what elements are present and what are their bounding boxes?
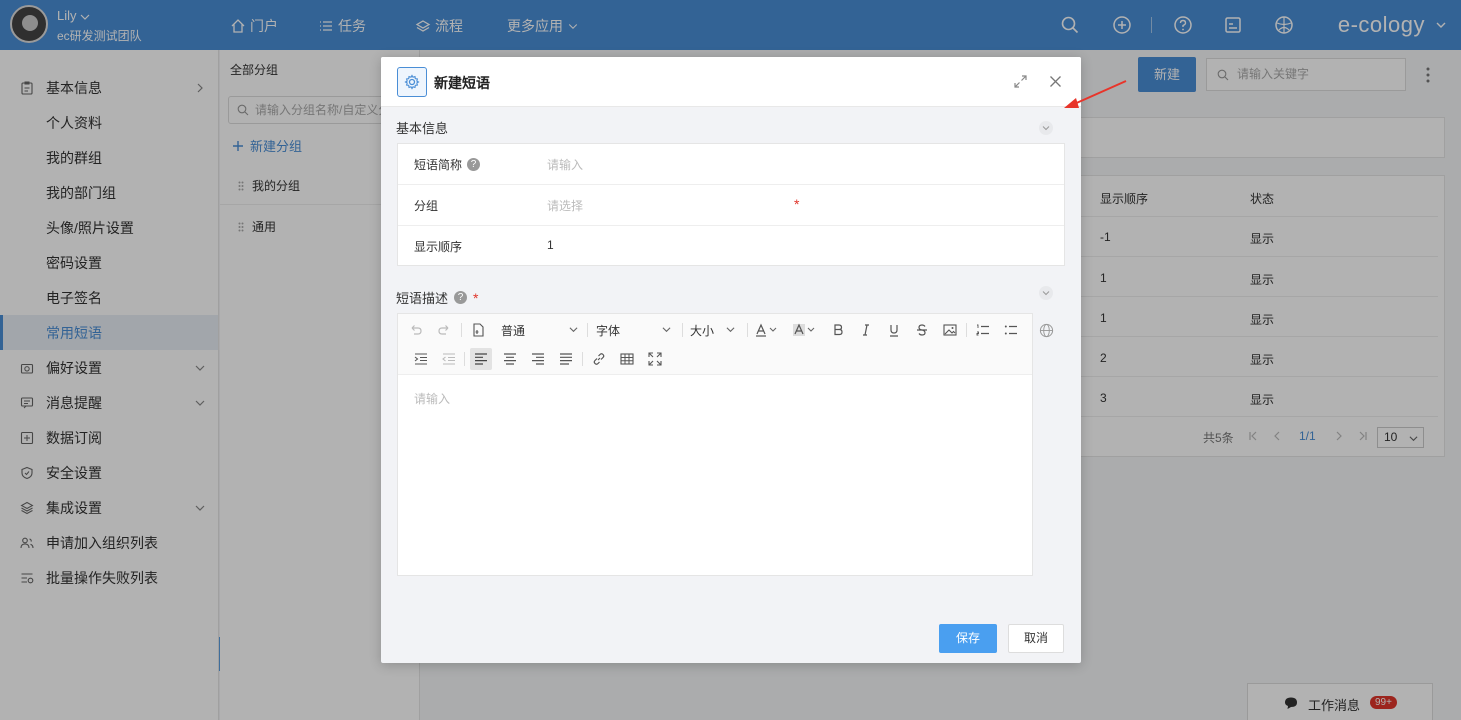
display-order-input[interactable]: 1 <box>547 238 554 252</box>
section-title-description: 短语描述 ? * <box>396 288 478 307</box>
fullscreen-icon[interactable] <box>647 351 663 367</box>
table-icon[interactable] <box>619 351 635 367</box>
form-row-display-order: 显示顺序 1 <box>398 226 1064 267</box>
editor-toolbar: 普通 字体 大小 <box>398 314 1032 375</box>
basic-info-form: 短语简称 ? 请输入 分组 请选择 * 显示顺序 1 <box>397 143 1065 266</box>
section-title-basic-label: 基本信息 <box>396 121 449 136</box>
required-mark: * <box>794 196 800 212</box>
font-family-value: 字体 <box>596 324 621 338</box>
indent-icon[interactable] <box>413 351 429 367</box>
ordered-list-icon[interactable] <box>975 322 991 338</box>
help-icon[interactable]: ? <box>454 291 468 304</box>
cancel-button[interactable]: 取消 <box>1008 624 1064 653</box>
toolbar-separator <box>682 323 683 337</box>
paragraph-format-select[interactable]: 普通 <box>501 322 578 339</box>
paragraph-format-value: 普通 <box>501 324 526 338</box>
strikethrough-icon[interactable] <box>914 322 930 338</box>
outdent-icon[interactable] <box>441 351 457 367</box>
editor-content-placeholder[interactable]: 请输入 <box>414 390 450 407</box>
display-order-label-text: 显示顺序 <box>414 240 463 254</box>
gear-icon <box>404 74 420 90</box>
chevron-down-icon <box>569 327 578 333</box>
short-name-label-text: 短语简称 <box>414 158 463 172</box>
font-size-select[interactable]: 大小 <box>690 322 740 339</box>
group-label: 分组 <box>414 197 438 214</box>
font-size-value: 大小 <box>690 324 715 338</box>
undo-icon[interactable] <box>408 322 424 338</box>
help-icon[interactable]: ? <box>467 158 481 171</box>
underline-icon[interactable] <box>886 322 902 338</box>
form-row-group: 分组 请选择 * <box>398 185 1064 226</box>
save-button[interactable]: 保存 <box>939 624 997 653</box>
group-select[interactable]: 请选择 <box>547 197 583 214</box>
new-phrase-dialog: 新建短语 基本信息 短语简称 ? 请输入 分组 请选择 * 显示顺序 1 短语描… <box>381 57 1081 663</box>
rich-text-editor: 普通 字体 大小 请输入 <box>397 313 1033 576</box>
section-title-description-label: 短语描述 <box>396 291 449 306</box>
required-mark: * <box>473 289 479 306</box>
bullet-list-icon[interactable] <box>1003 322 1019 338</box>
expand-icon[interactable] <box>1014 75 1027 88</box>
globe-icon[interactable] <box>1039 323 1054 338</box>
background-color-icon[interactable] <box>792 322 818 338</box>
font-color-icon[interactable] <box>754 322 780 338</box>
basic-section-toggle[interactable] <box>1039 121 1053 135</box>
description-section-toggle[interactable] <box>1039 286 1053 300</box>
toolbar-separator <box>587 323 588 337</box>
chevron-down-icon <box>1042 126 1050 131</box>
annotation-arrow-icon <box>1064 80 1127 108</box>
toolbar-separator <box>461 323 462 337</box>
link-icon[interactable] <box>591 351 607 367</box>
align-left-icon[interactable] <box>473 351 489 367</box>
short-name-input[interactable]: 请输入 <box>547 156 583 173</box>
chevron-down-icon <box>726 327 735 333</box>
group-label-text: 分组 <box>414 199 439 213</box>
dialog-icon <box>397 67 427 97</box>
italic-icon[interactable] <box>858 322 874 338</box>
display-order-label: 显示顺序 <box>414 238 462 255</box>
section-title-basic: 基本信息 <box>396 118 448 137</box>
toolbar-separator <box>966 323 967 337</box>
redo-icon[interactable] <box>436 322 452 338</box>
document-icon[interactable] <box>470 322 486 338</box>
dialog-header: 新建短语 <box>381 57 1081 107</box>
chevron-down-icon <box>662 327 671 333</box>
form-row-short-name: 短语简称 ? 请输入 <box>398 144 1064 185</box>
bold-icon[interactable] <box>830 322 846 338</box>
align-right-icon[interactable] <box>530 351 546 367</box>
short-name-label: 短语简称 ? <box>414 156 481 173</box>
dialog-title: 新建短语 <box>434 75 490 91</box>
toolbar-separator <box>582 352 583 366</box>
toolbar-separator <box>747 323 748 337</box>
toolbar-separator <box>464 352 465 366</box>
chevron-down-icon <box>1042 291 1050 296</box>
image-icon[interactable] <box>942 322 958 338</box>
align-center-icon[interactable] <box>502 351 518 367</box>
font-family-select[interactable]: 字体 <box>596 322 672 339</box>
align-justify-icon[interactable] <box>558 351 574 367</box>
